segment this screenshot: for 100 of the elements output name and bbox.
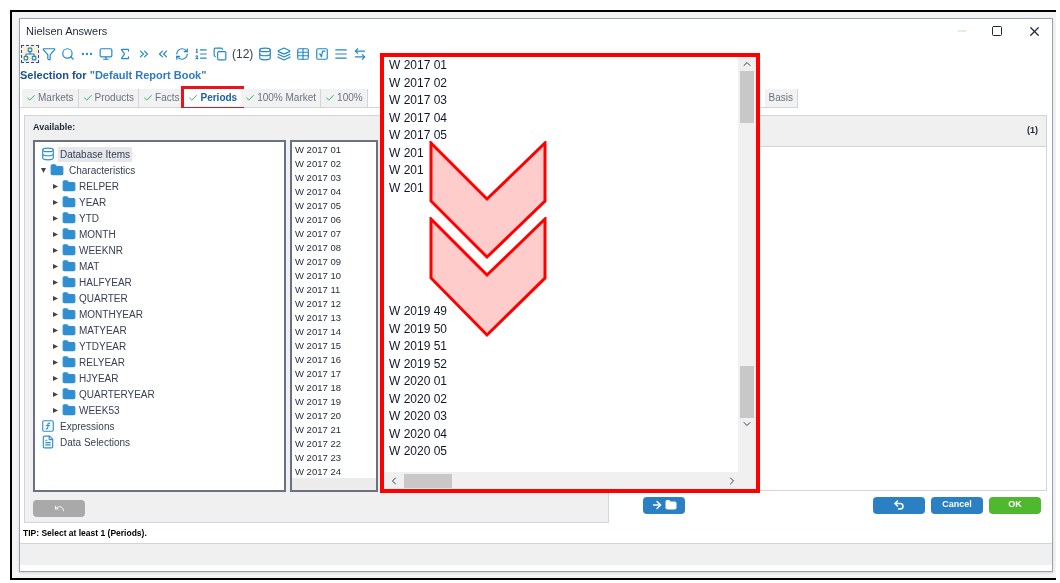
tree-item[interactable]: MATYEAR xyxy=(79,322,127,338)
hierarchy-tool-icon[interactable] xyxy=(21,45,39,63)
period-item[interactable]: W 2017 08 xyxy=(295,241,341,255)
period-item[interactable]: W 2017 12 xyxy=(295,297,341,311)
move-button[interactable] xyxy=(643,496,685,514)
period-item[interactable]: W 2017 10 xyxy=(295,269,341,283)
refresh-tool-icon[interactable] xyxy=(173,45,191,63)
scrollbar-thumb[interactable] xyxy=(404,473,452,488)
expand-arrow-icon[interactable] xyxy=(53,343,58,349)
period-item[interactable]: W 2017 16 xyxy=(295,353,341,367)
tree-item[interactable]: QUARTER xyxy=(79,290,128,306)
expand-arrow-icon[interactable] xyxy=(53,407,58,413)
scrollbar-thumb[interactable] xyxy=(740,71,754,123)
period-item[interactable]: W 2017 23 xyxy=(295,451,341,465)
period-item[interactable]: W 2019 51 xyxy=(389,338,448,356)
expand-arrow-icon[interactable] xyxy=(53,263,58,269)
check-icon xyxy=(245,92,256,103)
period-item[interactable]: W 2017 09 xyxy=(295,255,341,269)
tree-item[interactable]: WEEK53 xyxy=(79,402,120,418)
expand-arrow-icon[interactable] xyxy=(53,391,58,397)
period-item[interactable]: W 2017 21 xyxy=(295,423,341,437)
tree-item[interactable]: QUARTERYEAR xyxy=(79,386,155,402)
period-item[interactable]: W 2017 06 xyxy=(295,213,341,227)
counter-tool[interactable]: (12) xyxy=(230,44,256,64)
tree-item[interactable]: Expressions xyxy=(58,418,117,434)
expand-arrow-icon[interactable] xyxy=(53,295,58,301)
period-item[interactable]: W 2017 03 xyxy=(389,92,448,110)
period-item[interactable]: W 2017 20 xyxy=(295,409,341,423)
collapse-arrow-icon[interactable] xyxy=(41,167,46,173)
tree-item[interactable]: MONTH xyxy=(79,226,116,242)
tree-item[interactable]: YTDYEAR xyxy=(79,338,127,354)
period-item[interactable]: W 2017 22 xyxy=(295,437,341,451)
expand-arrow-icon[interactable] xyxy=(53,279,58,285)
copy-tool-icon[interactable] xyxy=(211,45,229,63)
tree-item[interactable]: Data Selections xyxy=(58,434,133,450)
tab[interactable]: 100% xyxy=(321,88,368,107)
expand-arrow-icon[interactable] xyxy=(53,231,58,237)
tree-item[interactable]: HALFYEAR xyxy=(79,274,132,290)
period-item[interactable]: W 2017 13 xyxy=(295,311,341,325)
tree-item[interactable]: YEAR xyxy=(79,194,107,210)
period-item[interactable]: W 201 xyxy=(389,179,424,197)
period-item[interactable]: W 2020 01 xyxy=(389,373,448,391)
period-item[interactable]: W 2017 01 xyxy=(295,143,341,157)
period-item[interactable]: W 2017 01 xyxy=(389,57,448,75)
period-item[interactable]: W 2017 17 xyxy=(295,367,341,381)
tab[interactable]: Periods xyxy=(184,88,242,107)
tree-item[interactable]: MONTHYEAR xyxy=(79,306,143,322)
period-item[interactable]: W 2017 18 xyxy=(295,381,341,395)
period-item[interactable]: W 2020 05 xyxy=(389,443,448,461)
period-item[interactable]: W 2020 03 xyxy=(389,408,448,426)
period-item[interactable]: W 201 xyxy=(389,144,424,162)
tree-item[interactable]: Characteristics xyxy=(67,162,138,178)
period-item[interactable]: W 2020 04 xyxy=(389,425,448,443)
period-item[interactable]: W 2017 04 xyxy=(389,109,448,127)
undo-button[interactable] xyxy=(873,496,925,514)
tab[interactable]: Products xyxy=(78,88,140,107)
expand-arrow-icon[interactable] xyxy=(53,327,58,333)
period-item[interactable]: W 2017 02 xyxy=(295,157,341,171)
tab[interactable]: Basis xyxy=(764,88,798,107)
tree-item[interactable]: Database Items xyxy=(58,146,133,162)
period-item[interactable]: W 2017 14 xyxy=(295,325,341,339)
period-item[interactable]: W 2017 07 xyxy=(295,227,341,241)
tree-item[interactable]: WEEKNR xyxy=(79,242,123,258)
horizontal-scrollbar[interactable] xyxy=(292,478,376,490)
tree-item[interactable]: YTD xyxy=(79,210,99,226)
horizontal-scrollbar[interactable] xyxy=(384,472,756,489)
scrollbar-thumb[interactable] xyxy=(740,366,754,418)
expand-arrow-icon[interactable] xyxy=(53,247,58,253)
tab[interactable]: 100% Market xyxy=(241,88,322,107)
search-tool-icon[interactable] xyxy=(59,45,77,63)
period-item[interactable]: W 2019 49 xyxy=(389,303,448,321)
expand-arrow-icon[interactable] xyxy=(53,183,58,189)
period-item[interactable]: W 2019 52 xyxy=(389,355,448,373)
tab[interactable]: Markets xyxy=(22,88,79,107)
expand-arrow-icon[interactable] xyxy=(53,215,58,221)
period-item[interactable]: W 2017 15 xyxy=(295,339,341,353)
tree-item[interactable]: RELPER xyxy=(79,178,119,194)
period-item[interactable]: W 2017 24 xyxy=(295,465,341,478)
cancel-button[interactable]: Cancel xyxy=(931,496,983,514)
period-item[interactable]: W 201 xyxy=(389,162,424,180)
period-item[interactable]: W 2017 03 xyxy=(295,171,341,185)
tree-item[interactable]: MAT xyxy=(79,258,100,274)
period-item[interactable]: W 2017 05 xyxy=(389,127,448,145)
expand-arrow-icon[interactable] xyxy=(53,311,58,317)
period-item[interactable]: W 2017 19 xyxy=(295,395,341,409)
tree-item[interactable]: RELYEAR xyxy=(79,354,125,370)
period-item[interactable]: W 2017 05 xyxy=(295,199,341,213)
expand-arrow-icon[interactable] xyxy=(53,199,58,205)
period-item[interactable]: W 2017 02 xyxy=(389,74,448,92)
period-item[interactable]: W 2017 04 xyxy=(295,185,341,199)
tree-item[interactable]: HJYEAR xyxy=(79,370,119,386)
filter-tool-icon[interactable] xyxy=(40,45,58,63)
monitor-tool-icon[interactable] xyxy=(97,45,115,63)
period-item[interactable]: W 2020 02 xyxy=(389,390,448,408)
period-item[interactable]: W 2019 50 xyxy=(389,320,448,338)
vertical-scrollbar[interactable] xyxy=(738,57,756,472)
expand-arrow-icon[interactable] xyxy=(53,375,58,381)
expand-arrow-icon[interactable] xyxy=(53,359,58,365)
period-item[interactable]: W 2017 11 xyxy=(295,283,341,297)
maximize-icon[interactable] xyxy=(991,25,1003,37)
